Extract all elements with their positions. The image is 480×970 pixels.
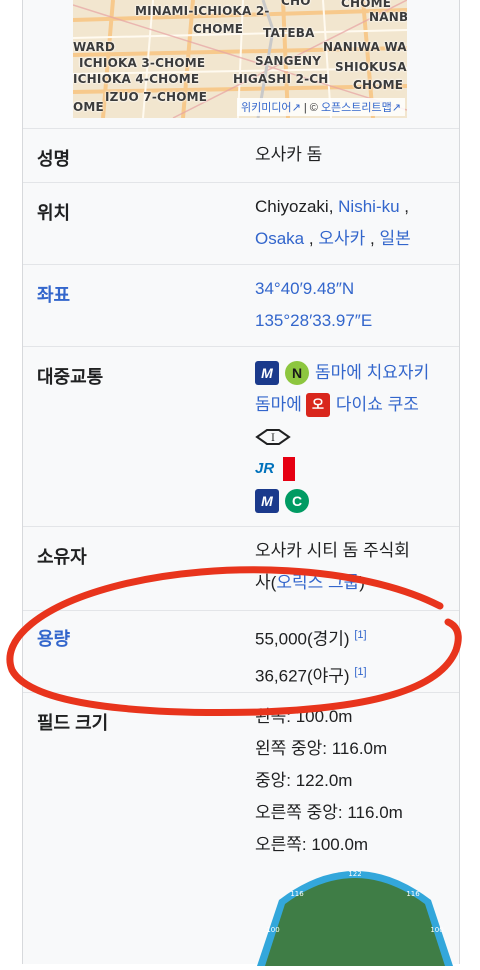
wikimedia-link[interactable]: 위키미디어 [241,102,292,114]
map-label: ICHIOKA 4-CHOME [73,72,200,86]
field-diagram[interactable]: 122 116 116 100 100 [255,860,455,970]
attribution-separator: | © [303,102,318,114]
row-value: M N 돔마에 치요자키 돔마에 오 다이쇼 쿠조 I JR M C [255,357,455,517]
row-label: 위치 [37,203,71,223]
row-value: 왼쪽: 100.0m 왼쪽 중앙: 116.0m 중앙: 122.0m 오른쪽 … [255,701,455,861]
map-label: IZUO 7-CHOME [105,90,208,104]
map-label: TATEBA [263,26,315,40]
map-label: SHIOKUSA 2- [335,60,407,74]
reference-link[interactable]: [1] [354,629,366,641]
comma: , [370,229,375,248]
infobox: MINAMI-ICHIOKA 2- CHOME TATEBA NANBA WAR… [22,0,460,966]
row-value: 오사카 돔 [255,139,455,171]
hanshin-icon[interactable]: I [255,427,291,447]
row-label: 대중교통 [37,367,104,387]
diagram-right-label: 100 [430,926,443,934]
location-map[interactable]: MINAMI-ICHIOKA 2- CHOME TATEBA NANBA WAR… [73,0,407,118]
diagram-left-label: 100 [266,926,279,934]
link-osaka-ko[interactable]: 오사카 [318,229,365,248]
line-c-icon[interactable]: C [285,489,309,513]
hanshin-logo-line: I [255,421,455,453]
longitude-link[interactable]: 135°28′33.97″E [255,311,372,330]
diagram-center-label: 122 [348,870,361,878]
svg-text:I: I [271,433,275,444]
field-right-center: 오른쪽 중앙: 116.0m [255,803,403,822]
owner-text: 사( [255,573,277,592]
line-n-icon[interactable]: N [285,361,309,385]
owner-text: 오사카 시티 돔 주식회 [255,541,410,560]
coordinates-label-link[interactable]: 좌표 [37,281,70,307]
row-label: 소유자 [37,547,87,567]
location-text: Chiyozaki, [255,197,334,216]
field-left: 왼쪽: 100.0m [255,707,353,726]
link-orix-group[interactable]: 오릭스 그룹 [276,573,359,592]
row-transit: 대중교통 M N 돔마에 치요자키 돔마에 오 다이쇼 쿠조 I JR M C [23,346,459,527]
map-label: MINAMI-ICHIOKA 2- [135,4,270,18]
external-link-icon: ↗ [391,102,401,114]
link-japan[interactable]: 일본 [379,229,410,248]
row-label: 필드 크기 [37,713,109,733]
osaka-metro-icon[interactable]: M [255,489,279,513]
latitude-link[interactable]: 34°40′9.48″N [255,279,354,298]
row-value: 오사카 시티 돔 주식회 사(오릭스 그룹) [255,535,455,599]
row-value: 34°40′9.48″N 135°28′33.97″E [255,273,455,337]
link-nishi-ku[interactable]: Nishi-ku [338,197,399,216]
row-name: 성명 오사카 돔 [23,128,459,183]
map-label: OME [73,100,104,114]
capacity-event: 55,000(경기) [255,629,350,649]
map-label: CHOME [193,22,244,36]
map-label: CHOME [341,0,392,10]
row-label: 성명 [37,149,71,169]
comma: , [404,197,410,216]
line-o-icon[interactable]: 오 [305,393,330,417]
osaka-metro-icon[interactable]: M [255,361,279,385]
jr-icon[interactable]: JR [255,457,279,481]
external-link-icon: ↗ [291,102,301,114]
reference-link[interactable]: [1] [354,666,366,678]
row-owner: 소유자 오사카 시티 돔 주식회 사(오릭스 그룹) [23,526,459,611]
station-link-domemae[interactable]: 돔마에 [255,389,302,421]
map-label: CHOME [353,78,404,92]
row-value: 55,000(경기) [1] 36,627(야구) [1] [255,619,455,692]
map-label: NANBA [369,10,407,24]
comma: , [308,229,314,248]
map-label: HIGASHI 2-CH [233,72,329,86]
map-label: CHO [281,0,311,8]
map-attribution: 위키미디어↗ | © 오픈스트리트맵↗ [236,98,405,116]
map-label: SANGENY [255,54,322,68]
diagram-left-center-label: 116 [290,890,304,898]
field-center: 중앙: 122.0m [255,771,353,790]
capacity-baseball: 36,627(야구) [255,666,350,686]
capacity-label-link[interactable]: 용량 [37,625,70,651]
station-link-domemae-chiyozaki[interactable]: 돔마에 치요자키 [315,357,429,389]
row-location: 위치 Chiyozaki, Nishi-ku , Osaka , 오사카 , 일… [23,182,459,265]
map-label: ICHIOKA 3-CHOME [79,56,206,70]
jr-line-color-icon [283,457,295,481]
row-capacity: 용량 55,000(경기) [1] 36,627(야구) [1] [23,610,459,693]
owner-text: ) [359,573,365,592]
diagram-right-center-label: 116 [406,890,420,898]
link-osaka[interactable]: Osaka [255,229,304,248]
map-label: NANIWA WARD [323,40,407,54]
field-right: 오른쪽: 100.0m [255,835,369,854]
row-coordinates: 좌표 34°40′9.48″N 135°28′33.97″E [23,264,459,347]
map-label: WARD [73,40,115,54]
stadium-name: 오사카 돔 [255,145,323,164]
station-link-taisho-kujo[interactable]: 다이쇼 쿠조 [336,389,419,421]
row-value: Chiyozaki, Nishi-ku , Osaka , 오사카 , 일본 [255,191,455,255]
field-left-center: 왼쪽 중앙: 116.0m [255,739,388,758]
openstreetmap-link[interactable]: 오픈스트리트맵 [321,102,392,114]
